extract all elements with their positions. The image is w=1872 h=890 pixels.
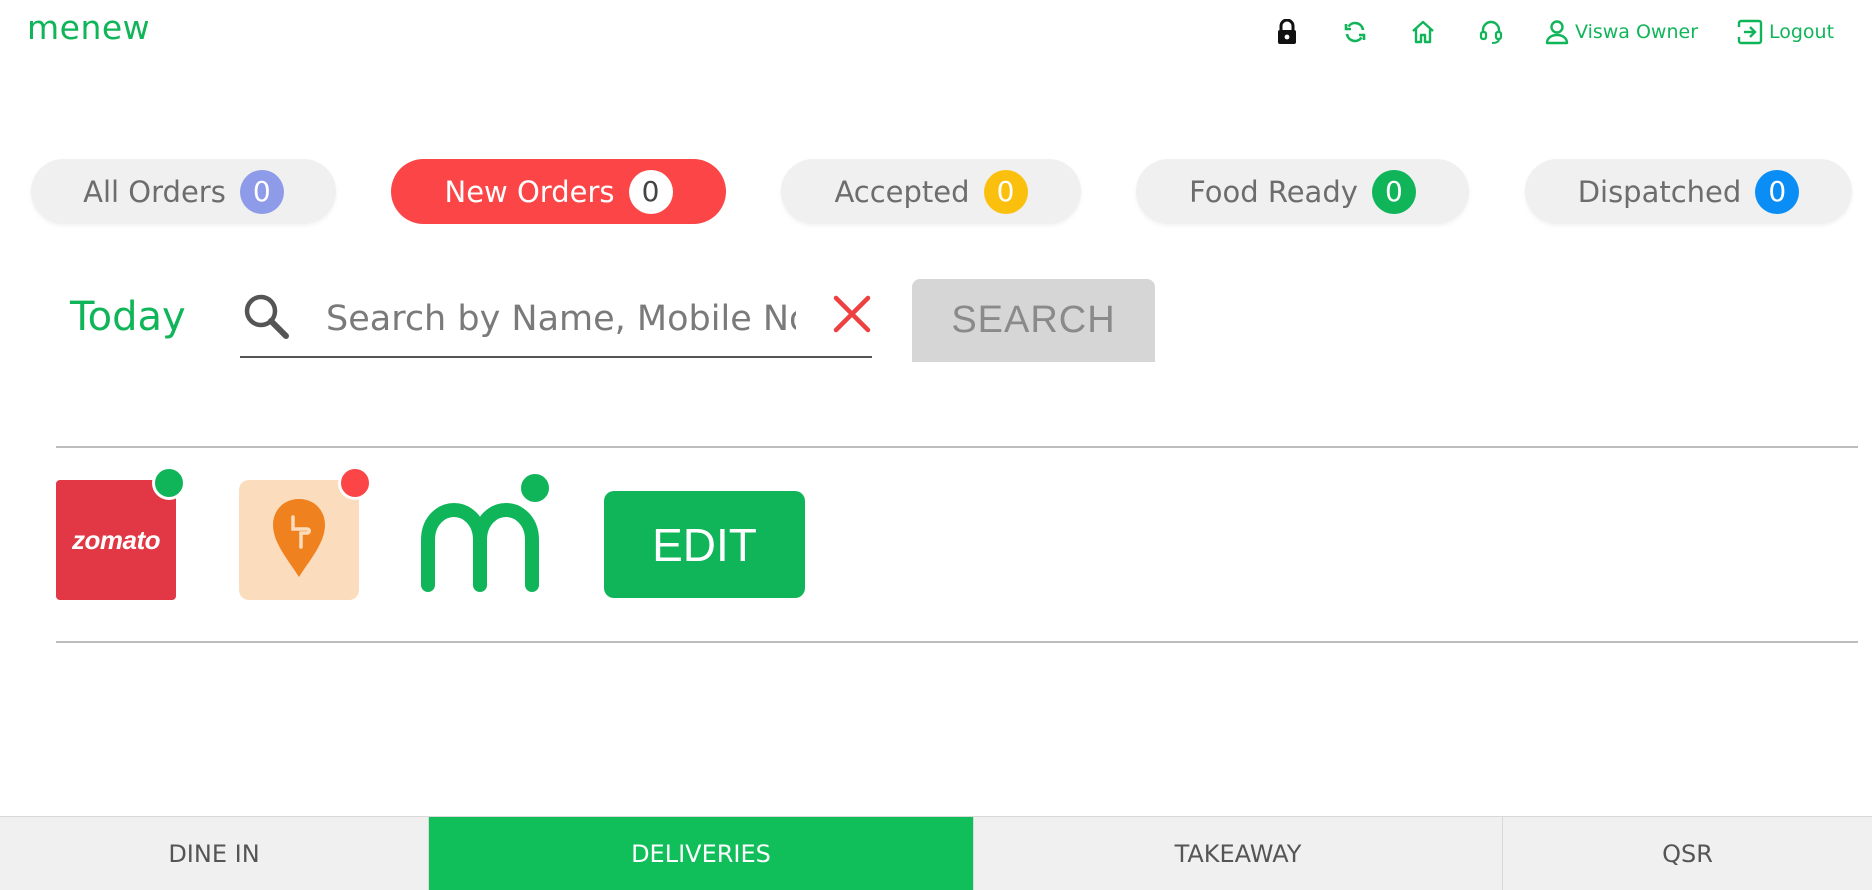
logout-link[interactable]: Logout [1737,18,1834,46]
count-badge: 0 [983,169,1028,214]
search-input[interactable] [326,292,796,346]
menew-platform[interactable] [418,470,558,600]
logout-icon [1737,19,1763,45]
tab-accepted[interactable]: Accepted 0 [781,159,1081,224]
edit-button[interactable]: EDIT [604,491,805,598]
offline-status-dot [338,466,372,500]
tab-food-ready[interactable]: Food Ready 0 [1136,159,1469,224]
search-icon [244,294,289,339]
pill-label: New Orders [444,174,615,209]
clear-search-icon[interactable] [832,294,872,334]
pill-label: Food Ready [1189,174,1358,209]
tab-new-orders[interactable]: New Orders 0 [391,159,726,224]
online-status-dot [152,466,186,500]
tab-takeaway[interactable]: TAKEAWAY [974,817,1503,890]
user-menu[interactable]: Viswa Owner [1545,18,1698,46]
search-button[interactable]: SEARCH [912,279,1155,362]
swiggy-logo-icon [273,499,325,577]
support-icon[interactable] [1477,18,1505,46]
date-filter[interactable]: Today [70,294,186,340]
online-status-dot [518,471,552,505]
tab-dine-in[interactable]: DINE IN [0,817,429,890]
app-logo: menew [27,8,151,47]
user-icon [1545,20,1569,45]
lock-icon[interactable] [1273,18,1301,46]
pill-label: Dispatched [1577,174,1742,209]
zomato-platform[interactable]: zomato [56,466,186,600]
tab-dispatched[interactable]: Dispatched 0 [1525,159,1852,224]
user-name: Viswa Owner [1575,21,1699,43]
swiggy-platform[interactable] [239,466,372,600]
count-badge: 0 [1755,169,1800,214]
pill-label: Accepted [834,174,970,209]
refresh-icon[interactable] [1341,18,1369,46]
home-icon[interactable] [1409,18,1437,46]
divider [56,641,1858,643]
count-badge: 0 [239,169,284,214]
tab-qsr[interactable]: QSR [1503,817,1872,890]
zomato-logo: zomato [72,524,161,555]
tab-all-orders[interactable]: All Orders 0 [31,159,336,224]
search-bar [240,282,872,358]
logout-label: Logout [1769,21,1835,43]
pill-label: All Orders [83,174,226,209]
count-badge: 0 [1371,169,1416,214]
tab-deliveries[interactable]: DELIVERIES [429,817,974,890]
bottom-tab-bar: DINE IN DELIVERIES TAKEAWAY QSR [0,816,1872,890]
count-badge: 0 [628,169,673,214]
divider [56,446,1858,448]
